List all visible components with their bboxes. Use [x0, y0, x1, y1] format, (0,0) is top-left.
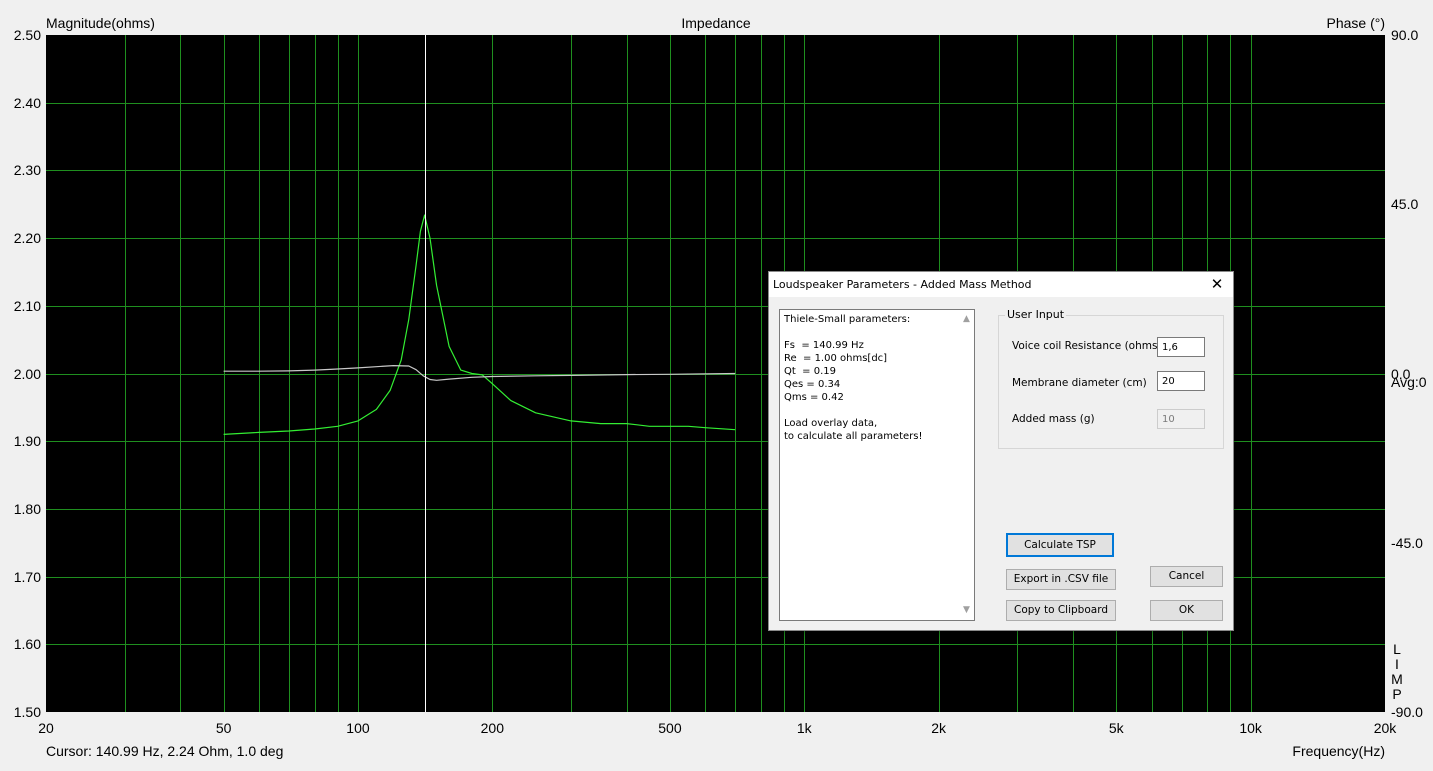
tsp-line: Qt = 0.19	[784, 366, 836, 377]
export-csv-button[interactable]: Export in .CSV file	[1006, 569, 1116, 590]
cancel-button[interactable]: Cancel	[1150, 566, 1223, 587]
tsp-line: Qms = 0.42	[784, 392, 844, 403]
avg-label: Avg:0	[1391, 374, 1427, 390]
x-tick-label: 20	[38, 720, 54, 736]
cursor-readout: Cursor: 140.99 Hz, 2.24 Ohm, 1.0 deg	[46, 743, 284, 759]
side-letter-m[interactable]: M	[1390, 672, 1404, 687]
right-axis-label: Phase (°)	[1326, 15, 1385, 31]
added-mass-input	[1157, 409, 1205, 429]
x-tick-label: 1k	[796, 720, 812, 736]
scroll-up-icon[interactable]: ▲	[959, 312, 974, 327]
plot-title: Impedance	[681, 15, 751, 31]
y-tick-label: 1.80	[13, 500, 41, 517]
voice-coil-resistance-label: Voice coil Resistance (ohms)	[1012, 340, 1162, 352]
tsp-results-textbox[interactable]: Thiele-Small parameters: Fs = 140.99 Hz …	[779, 309, 975, 621]
close-icon[interactable]: ✕	[1201, 272, 1233, 297]
scroll-down-icon[interactable]: ▼	[959, 603, 974, 618]
y-tick-label: 2.10	[13, 297, 41, 314]
y-tick-label: 2.40	[13, 94, 41, 111]
left-axis-label: Magnitude(ohms)	[46, 15, 155, 31]
y-tick-label: 1.60	[13, 636, 41, 653]
tsp-line: Thiele-Small parameters:	[784, 314, 911, 325]
dialog-title: Loudspeaker Parameters - Added Mass Meth…	[773, 278, 1032, 291]
x-tick-label: 200	[480, 720, 505, 736]
tsp-line	[784, 404, 923, 417]
side-letter-p[interactable]: P	[1390, 687, 1404, 702]
y-tick-label: 2.20	[13, 230, 41, 247]
tsp-scrollbar[interactable]: ▲ ▼	[959, 310, 974, 620]
loudspeaker-parameters-dialog[interactable]: Loudspeaker Parameters - Added Mass Meth…	[768, 271, 1234, 631]
calculate-tsp-button[interactable]: Calculate TSP	[1006, 533, 1114, 557]
y2-tick-label: -45.0	[1391, 534, 1423, 551]
y-tick-label: 1.90	[13, 433, 41, 450]
side-letter-i[interactable]: I	[1390, 657, 1404, 672]
y2-tick-label: 90.0	[1391, 27, 1419, 43]
y2-tick-label: 45.0	[1391, 196, 1419, 213]
user-input-group: User Input Voice coil Resistance (ohms) …	[998, 308, 1224, 449]
x-tick-label: 10k	[1239, 720, 1262, 736]
added-mass-label: Added mass (g)	[1012, 413, 1095, 425]
y-tick-label: 1.70	[13, 568, 41, 585]
tsp-line	[784, 326, 923, 339]
tsp-line: to calculate all parameters!	[784, 431, 923, 442]
side-letter-l[interactable]: L	[1390, 642, 1404, 657]
y-tick-label: 1.50	[13, 704, 41, 720]
membrane-diameter-label: Membrane diameter (cm)	[1012, 377, 1147, 389]
x-axis-label: Frequency(Hz)	[1292, 743, 1385, 759]
voice-coil-resistance-input[interactable]	[1157, 337, 1205, 357]
dialog-titlebar[interactable]: Loudspeaker Parameters - Added Mass Meth…	[769, 272, 1233, 297]
y-tick-label: 2.30	[13, 162, 41, 179]
user-input-legend: User Input	[1005, 308, 1067, 321]
membrane-diameter-input[interactable]	[1157, 371, 1205, 391]
tsp-line: Load overlay data,	[784, 418, 878, 429]
ok-button[interactable]: OK	[1150, 600, 1223, 621]
x-tick-label: 5k	[1108, 720, 1124, 736]
y-tick-label: 2.00	[13, 365, 41, 382]
x-tick-label: 2k	[931, 720, 947, 736]
tsp-line: Fs = 140.99 Hz	[784, 340, 864, 351]
x-tick-label: 100	[346, 720, 370, 736]
tsp-results-text: Thiele-Small parameters: Fs = 140.99 Hz …	[784, 313, 923, 443]
x-tick-label: 500	[658, 720, 682, 736]
copy-to-clipboard-button[interactable]: Copy to Clipboard	[1006, 600, 1116, 621]
x-tick-label: 50	[215, 720, 232, 736]
y-tick-label: 2.50	[13, 27, 41, 43]
tsp-line: Re = 1.00 ohms[dc]	[784, 353, 888, 364]
tsp-line: Qes = 0.34	[784, 379, 841, 390]
x-tick-label: 20k	[1373, 720, 1397, 736]
y2-tick-label: -90.0	[1391, 704, 1423, 720]
